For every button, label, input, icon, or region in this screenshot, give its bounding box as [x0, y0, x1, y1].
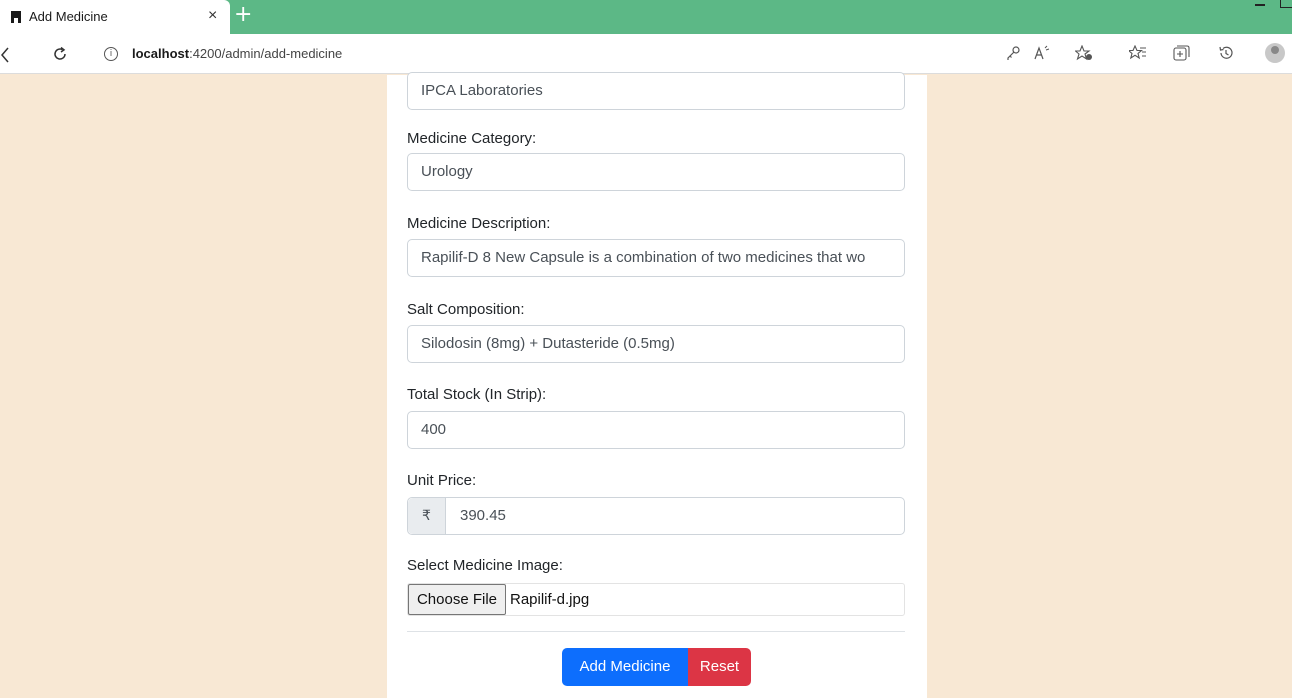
url-host: localhost [132, 46, 190, 61]
category-label: Medicine Category: [407, 130, 537, 147]
add-medicine-form: IPCA Laboratories Medicine Category: Uro… [387, 72, 927, 698]
url-field[interactable]: i localhost:4200/admin/add-medicine [96, 39, 1276, 69]
choose-file-button[interactable]: Choose File [408, 584, 506, 615]
history-icon[interactable] [1218, 45, 1234, 61]
url-path: :4200/admin/add-medicine [189, 46, 343, 61]
salt-field[interactable]: Silodosin (8mg) + Dutasteride (0.5mg) [407, 325, 905, 363]
stock-field[interactable]: 400 [407, 411, 905, 449]
price-value: 390.45 [460, 507, 506, 524]
description-value: Rapilif-D 8 New Capsule is a combination… [421, 249, 866, 266]
category-field[interactable]: Urology [407, 153, 905, 191]
favorite-add-icon[interactable] [1075, 45, 1093, 61]
refresh-icon[interactable] [52, 46, 68, 62]
add-medicine-button[interactable]: Add Medicine [562, 648, 688, 686]
image-file-input[interactable]: Choose File Rapilif-d.jpg [407, 583, 905, 616]
browser-tab[interactable]: Add Medicine × [0, 0, 230, 34]
price-label: Unit Price: [407, 472, 477, 489]
new-tab-icon[interactable]: + [234, 3, 252, 27]
tab-bar: Add Medicine × + [0, 0, 1292, 34]
stock-label: Total Stock (In Strip): [407, 386, 547, 403]
maximize-icon[interactable] [1280, 0, 1292, 8]
collections-icon[interactable] [1173, 45, 1190, 61]
address-bar: i localhost:4200/admin/add-medicine [0, 34, 1292, 74]
description-field[interactable]: Rapilif-D 8 New Capsule is a combination… [407, 239, 905, 277]
category-value: Urology [421, 163, 473, 180]
url-text: localhost:4200/admin/add-medicine [132, 46, 342, 61]
salt-value: Silodosin (8mg) + Dutasteride (0.5mg) [421, 335, 675, 352]
manufacturer-value: IPCA Laboratories [421, 82, 543, 99]
price-field[interactable]: ₹ 390.45 [407, 497, 905, 535]
angular-favicon-icon [11, 11, 21, 23]
close-tab-icon[interactable]: × [208, 7, 217, 25]
tab-title: Add Medicine [29, 9, 108, 24]
favorites-icon[interactable] [1129, 45, 1147, 61]
key-icon[interactable] [1005, 45, 1021, 61]
manufacturer-field[interactable]: IPCA Laboratories [407, 72, 905, 110]
image-label: Select Medicine Image: [407, 557, 563, 574]
stock-value: 400 [421, 421, 447, 438]
reset-button[interactable]: Reset [688, 648, 751, 686]
salt-label: Salt Composition: [407, 301, 525, 318]
read-aloud-icon[interactable] [1033, 45, 1051, 61]
selected-file-name: Rapilif-d.jpg [510, 591, 590, 608]
site-info-icon[interactable]: i [104, 47, 118, 61]
divider [407, 631, 905, 632]
minimize-icon[interactable] [1255, 4, 1265, 6]
description-label: Medicine Description: [407, 215, 551, 232]
back-arrow-icon[interactable] [0, 47, 10, 63]
profile-avatar-icon[interactable] [1265, 43, 1285, 63]
rupee-icon: ₹ [408, 498, 446, 534]
